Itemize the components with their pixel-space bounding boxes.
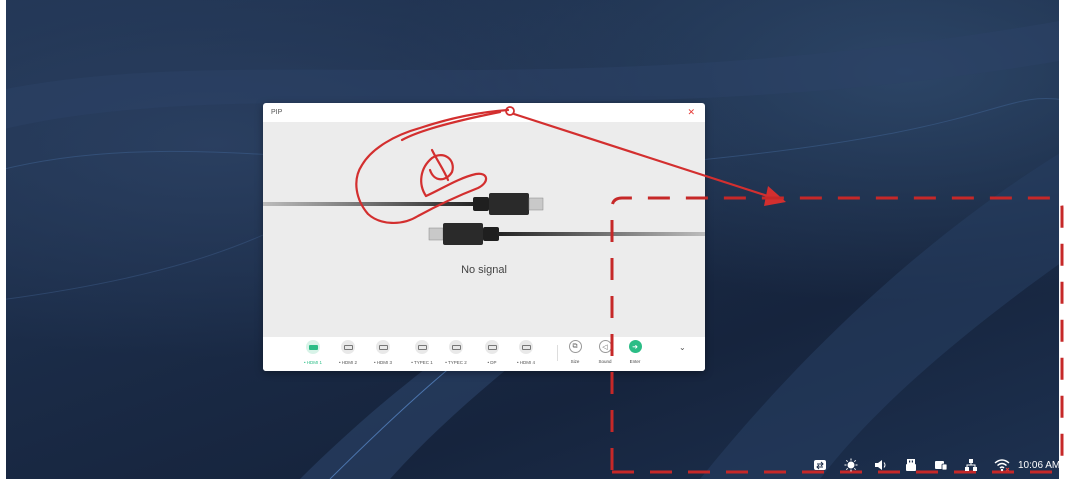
size-button[interactable]: ⧉ Size [561, 340, 589, 364]
source-hdmi-2-button[interactable]: • HDMI 2 [328, 340, 368, 365]
swap-icon[interactable] [812, 458, 828, 474]
source-label: • HDMI 4 [516, 360, 536, 365]
no-signal-text: No signal [461, 264, 507, 276]
screen-edge-left [0, 0, 6, 479]
arrow-right-icon: ➜ [628, 340, 642, 353]
hdmi-icon [306, 340, 320, 354]
cable-lower [497, 232, 705, 236]
source-hdmi-3-button[interactable]: • HDMI 3 [363, 340, 403, 365]
usb-c-icon [415, 340, 429, 354]
source-label: • HDMI 1 [303, 360, 323, 365]
source-hdmi-4-button[interactable]: • HDMI 4 [506, 340, 546, 365]
hdmi-icon [341, 340, 355, 354]
connector-upper-boot [473, 197, 489, 211]
source-hdmi-1-button[interactable]: • HDMI 1 [293, 340, 333, 365]
volume-icon[interactable] [872, 458, 888, 474]
connector-lower-plug [428, 227, 444, 241]
displayport-icon [485, 340, 499, 354]
sound-button[interactable]: ◁ Sound [591, 340, 619, 364]
source-typec-2-button[interactable]: • TYPEC 2 [436, 340, 476, 365]
source-label: • HDMI 2 [338, 360, 358, 365]
brightness-icon[interactable] [843, 458, 859, 474]
speaker-icon: ◁ [598, 340, 612, 353]
resize-icon: ⧉ [568, 340, 582, 353]
source-label: • HDMI 3 [373, 360, 393, 365]
hdmi-icon [519, 340, 533, 354]
connector-upper-body [489, 193, 529, 215]
screen-edge-right [1059, 0, 1065, 479]
connector-upper-plug [528, 197, 544, 211]
action-label: Enter [629, 359, 641, 364]
usb-icon[interactable] [903, 458, 919, 474]
connector-lower-boot [483, 227, 499, 241]
hdmi-icon [376, 340, 390, 354]
chevron-down-icon[interactable]: ⌄ [679, 343, 686, 352]
action-label: Sound [598, 359, 612, 364]
clock-time: 10:06 AM [1018, 460, 1061, 471]
screen-share-icon[interactable] [933, 458, 949, 474]
source-toolbar: • HDMI 1 • HDMI 2 • HDMI 3 • TYPEC 1 • T… [263, 337, 705, 371]
network-icon[interactable] [963, 458, 979, 474]
cable-upper [263, 202, 478, 206]
toolbar-divider [557, 345, 558, 361]
source-label: • TYPEC 2 [445, 360, 467, 365]
usb-c-icon [449, 340, 463, 354]
pip-preview-area: No signal [263, 122, 705, 337]
action-label: Size [570, 359, 580, 364]
hdmi-cables-illustration [263, 193, 705, 245]
enter-button[interactable]: ➜ Enter [621, 340, 649, 364]
close-icon[interactable]: ✕ [687, 107, 695, 118]
pip-window-title: PIP [271, 109, 283, 116]
wifi-icon[interactable] [994, 458, 1010, 474]
pip-window[interactable]: PIP ✕ No signal • HDMI 1 • HDMI 2 • HDMI… [263, 103, 705, 371]
connector-lower-body [443, 223, 483, 245]
